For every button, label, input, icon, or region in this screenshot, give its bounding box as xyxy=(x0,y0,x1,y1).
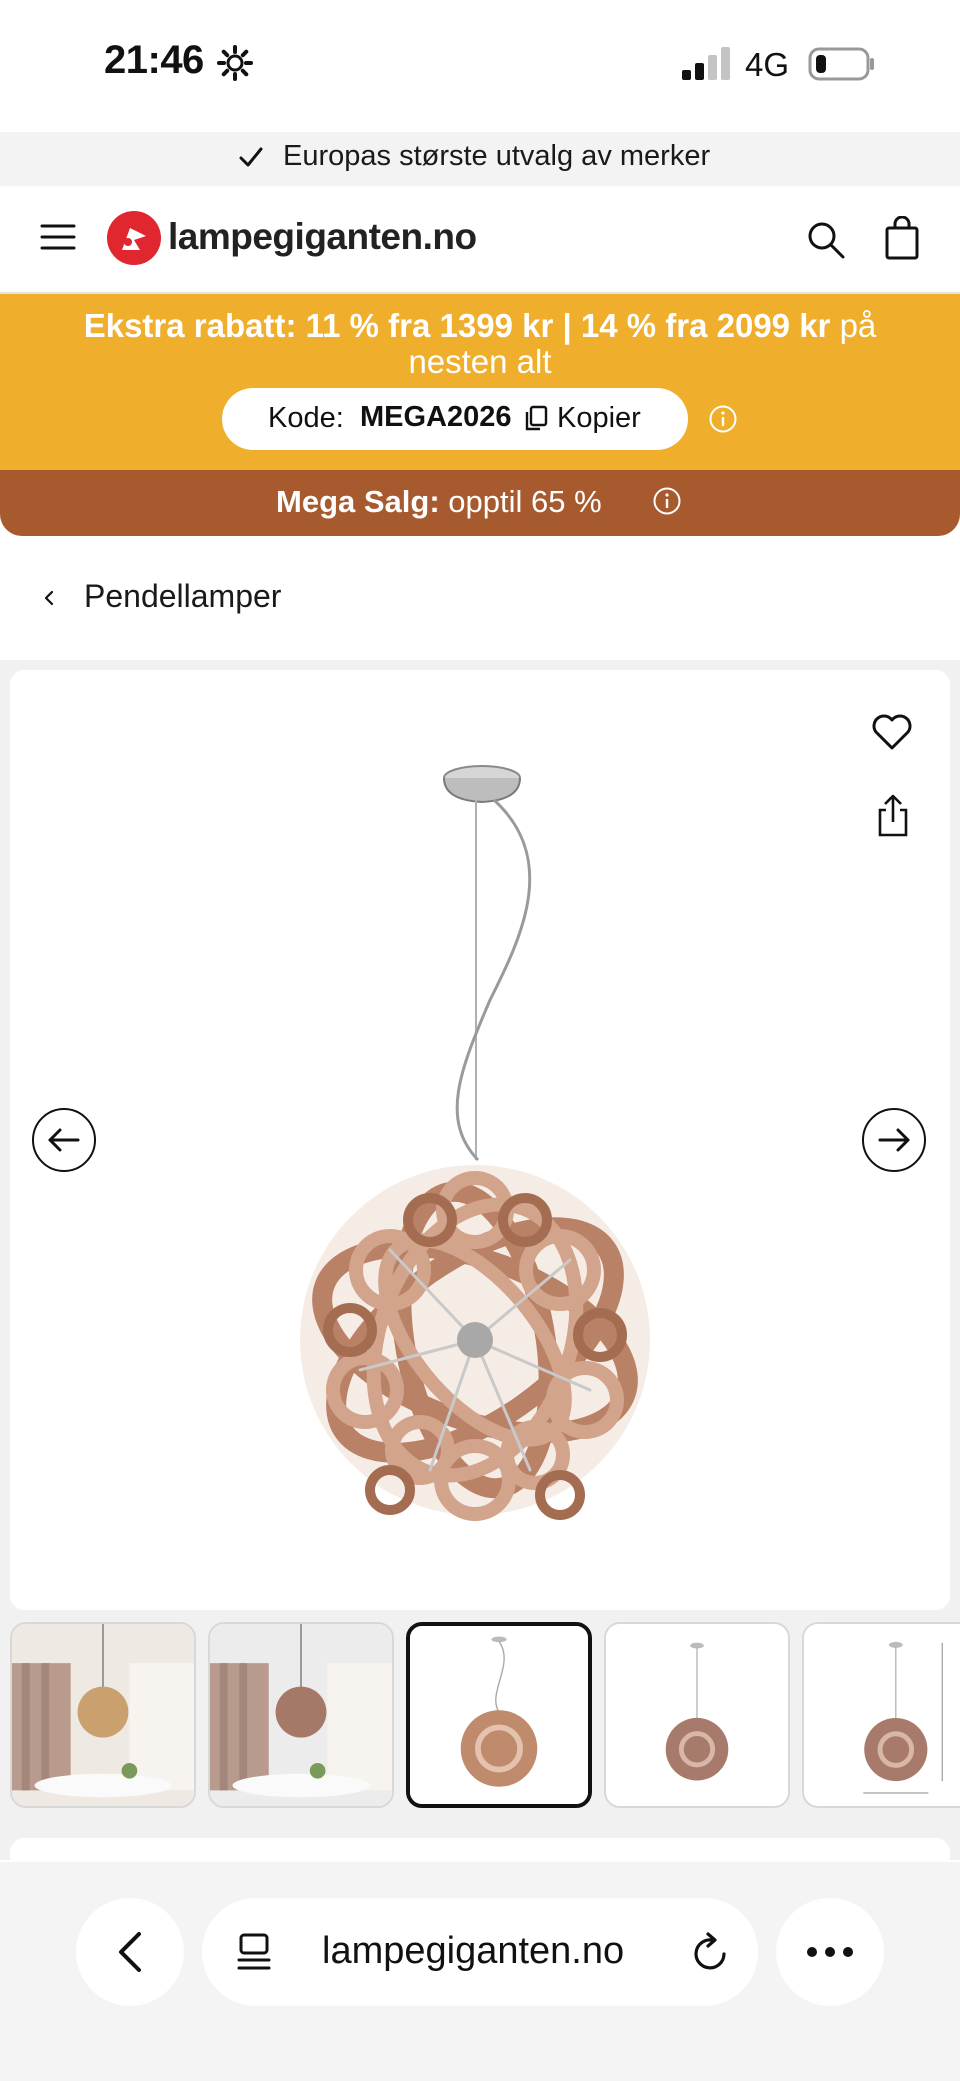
cellular-signal-icon xyxy=(682,47,730,80)
thumbnail-room-scene[interactable] xyxy=(10,1622,196,1808)
thumbnail-room-scene[interactable] xyxy=(208,1622,394,1808)
chevron-left-icon xyxy=(119,1932,141,1972)
product-thumbnail-image xyxy=(606,1624,788,1806)
product-thumbnail-image xyxy=(410,1626,588,1804)
mega-sale-bold: Mega Salg: xyxy=(276,484,440,519)
copy-button[interactable]: Kopier xyxy=(557,402,641,435)
logo-text[interactable]: lampegiganten.no xyxy=(168,216,477,258)
status-time: 21:46 xyxy=(104,38,204,82)
mega-sale-text: Mega Salg: opptil 65 % xyxy=(276,484,602,520)
arrow-right-icon xyxy=(878,1128,910,1152)
discount-headline-bold: Ekstra rabatt: 11 % fra 1399 kr | 14 % f… xyxy=(83,307,831,344)
address-bar-url[interactable]: lampegiganten.no xyxy=(322,1930,624,1973)
menu-icon[interactable] xyxy=(40,222,76,252)
more-options-button[interactable] xyxy=(776,1898,884,2006)
breadcrumb-link[interactable]: Pendellamper xyxy=(84,578,281,615)
more-dots-icon xyxy=(807,1947,853,1957)
pendant-lamp-image xyxy=(300,765,650,1521)
room-scene-thumbnail-image xyxy=(210,1624,392,1806)
shopping-bag-icon[interactable] xyxy=(884,216,920,260)
page-menu-icon[interactable] xyxy=(236,1932,272,1972)
next-image-button[interactable] xyxy=(862,1108,926,1172)
code-label: Kode: xyxy=(268,402,344,434)
previous-image-button[interactable] xyxy=(32,1108,96,1172)
promo-text: Europas største utvalg av merker xyxy=(283,140,711,172)
checkmark-icon xyxy=(239,147,263,167)
thumbnail-product[interactable] xyxy=(406,1622,592,1808)
search-icon[interactable] xyxy=(806,220,846,260)
copy-icon[interactable] xyxy=(524,405,548,431)
arrow-left-icon xyxy=(48,1128,80,1152)
room-scene-thumbnail-image xyxy=(12,1624,194,1806)
settings-gear-icon xyxy=(217,45,253,81)
dimension-thumbnail-image xyxy=(804,1624,960,1806)
network-type: 4G xyxy=(745,46,790,83)
logo-icon[interactable] xyxy=(106,210,162,266)
mega-sale-tail: opptil 65 % xyxy=(439,484,602,519)
thumbnail-product-dimensions[interactable] xyxy=(802,1622,960,1808)
info-icon[interactable] xyxy=(652,486,682,516)
battery-icon xyxy=(808,47,874,81)
chevron-left-icon[interactable] xyxy=(40,584,58,612)
thumbnail-product[interactable] xyxy=(604,1622,790,1808)
browser-back-button[interactable] xyxy=(76,1898,184,2006)
heart-icon[interactable] xyxy=(870,712,914,752)
discount-headline: Ekstra rabatt: 11 % fra 1399 kr | 14 % f… xyxy=(30,308,930,380)
share-icon[interactable] xyxy=(876,794,910,838)
code-value: MEGA2026 xyxy=(360,401,512,433)
info-icon[interactable] xyxy=(708,404,738,434)
reload-icon[interactable] xyxy=(690,1932,730,1974)
